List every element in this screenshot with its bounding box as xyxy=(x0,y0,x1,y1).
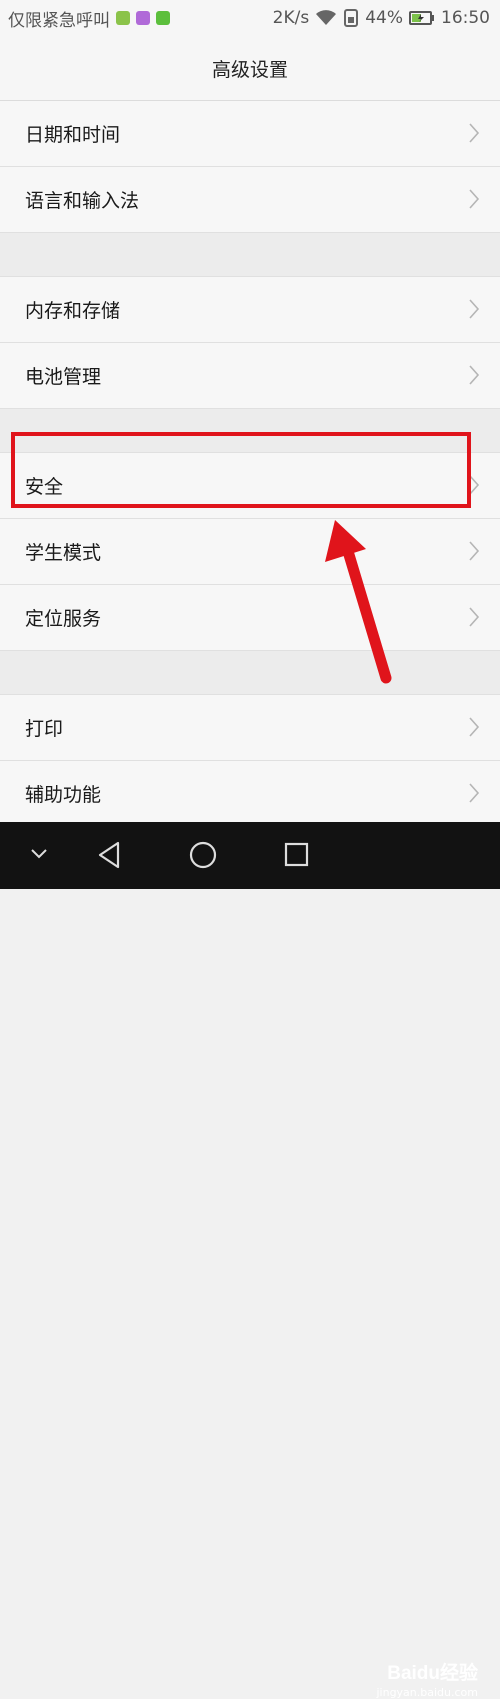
notification-app-icon xyxy=(116,11,130,25)
battery-icon xyxy=(409,11,434,25)
battery-percent: 44% xyxy=(365,8,403,28)
system-nav-bar: Baidu经验 jingyan.baidu.com xyxy=(0,822,500,1699)
chevron-right-icon xyxy=(469,123,480,143)
chevron-right-icon xyxy=(469,189,480,209)
wifi-icon xyxy=(316,10,337,25)
watermark-url: jingyan.baidu.com xyxy=(376,1686,478,1699)
settings-item-label: 语言和输入法 xyxy=(25,190,140,212)
sim-icon xyxy=(344,9,359,27)
notification-app-icon xyxy=(136,11,150,25)
recents-button[interactable] xyxy=(284,841,310,869)
chevron-right-icon xyxy=(469,541,480,561)
status-bar: 仅限紧急呼叫 2K/s 44% 16:50 xyxy=(0,0,500,36)
settings-item-memory-storage[interactable]: 内存和存储 xyxy=(0,277,500,343)
settings-item-label: 日期和时间 xyxy=(25,124,121,146)
settings-item-language-input[interactable]: 语言和输入法 xyxy=(0,167,500,233)
settings-item-label: 电池管理 xyxy=(25,366,102,388)
notification-app-icon xyxy=(156,11,170,25)
settings-item-security[interactable]: 安全 xyxy=(0,453,500,519)
page-title: 高级设置 xyxy=(211,58,288,81)
settings-item-battery[interactable]: 电池管理 xyxy=(0,343,500,409)
settings-item-accessibility[interactable]: 辅助功能 xyxy=(0,761,500,827)
settings-item-label: 打印 xyxy=(25,718,64,740)
carrier-text: 仅限紧急呼叫 xyxy=(8,10,110,31)
settings-item-label: 学生模式 xyxy=(25,542,102,564)
watermark-brand: Baidu经验 xyxy=(387,1663,478,1684)
group-divider xyxy=(0,233,500,277)
settings-item-label: 安全 xyxy=(25,476,64,498)
settings-item-label: 辅助功能 xyxy=(25,784,102,806)
collapse-chevron-icon[interactable] xyxy=(30,848,48,860)
settings-item-location[interactable]: 定位服务 xyxy=(0,585,500,651)
clock: 16:50 xyxy=(441,8,490,28)
chevron-right-icon xyxy=(469,783,480,803)
group-divider xyxy=(0,409,500,453)
chevron-right-icon xyxy=(469,607,480,627)
settings-list: 日期和时间 语言和输入法 内存和存储 电池管理 安全 学生模式 定位服务 打印 … xyxy=(0,101,500,827)
chevron-right-icon xyxy=(469,475,480,495)
page-header: 高级设置 xyxy=(0,36,500,101)
home-button[interactable] xyxy=(188,840,218,870)
settings-item-label: 定位服务 xyxy=(25,608,102,630)
watermark: Baidu经验 jingyan.baidu.com xyxy=(376,1658,478,1699)
chevron-right-icon xyxy=(469,717,480,737)
group-divider xyxy=(0,651,500,695)
settings-item-print[interactable]: 打印 xyxy=(0,695,500,761)
settings-item-date-time[interactable]: 日期和时间 xyxy=(0,101,500,167)
settings-item-label: 内存和存储 xyxy=(25,300,121,322)
chevron-right-icon xyxy=(469,299,480,319)
chevron-right-icon xyxy=(469,365,480,385)
back-button[interactable] xyxy=(96,840,122,870)
settings-item-student-mode[interactable]: 学生模式 xyxy=(0,519,500,585)
network-speed: 2K/s xyxy=(272,8,310,28)
